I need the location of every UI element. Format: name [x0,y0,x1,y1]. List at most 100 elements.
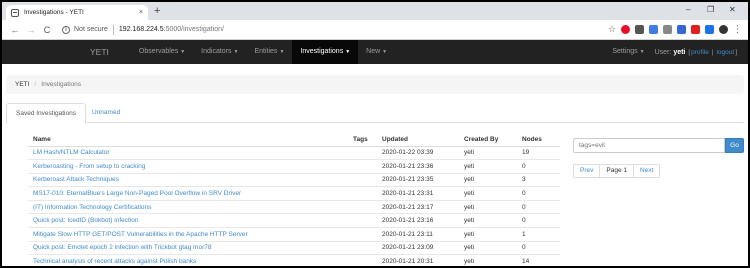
pagination: Prev Page 1 Next [573,164,661,178]
breadcrumb: YETI / Investigations [6,75,744,94]
navbar-right: Settings ▼ User: yeti [profile | logout] [612,40,748,64]
updated-cell: 2020-01-21 23:31 [377,186,459,201]
filter-search-input[interactable] [573,138,725,153]
table-row: (IT) Information Technology Certificatio… [28,199,560,214]
url-host[interactable]: 192.168.224.5 [119,26,164,33]
column-header-updated[interactable]: Updated [377,133,459,147]
column-header-tags[interactable]: Tags [348,133,377,147]
table-row: MS17-010: EternalBlue's Large Non-Paged … [28,186,560,201]
nodes-cell: 0 [517,159,560,174]
created-by-cell: yeti [459,172,517,187]
updated-cell: 2020-01-21 23:35 [377,172,459,187]
go-button[interactable]: Go [725,138,744,153]
user-label: User: yeti [profile | logout] [654,48,737,56]
extension-icon-3[interactable] [649,25,658,34]
investigation-name-link[interactable]: (IT) Information Technology Certificatio… [28,199,348,214]
tags-cell [348,240,377,255]
prev-page-button[interactable]: Prev [573,164,601,178]
security-status[interactable]: Not secure [74,26,108,33]
created-by-cell: yeti [459,199,517,214]
investigations-table: Name Tags Updated Created By Nodes LM Ha… [28,133,560,266]
investigation-name-link[interactable]: Technical analysis of recent attacks aga… [28,254,348,266]
nav-observables[interactable]: Observables ▼ [131,40,193,64]
nodes-cell: 19 [517,145,560,160]
browser-toolbar: ← → C i Not secure 192.168.224.5 :5000/i… [2,20,748,40]
column-header-created-by[interactable]: Created By [459,133,517,147]
nodes-cell: 3 [517,172,560,187]
column-header-name[interactable]: Name [28,133,348,147]
tags-cell [348,145,377,160]
table-row: Mitigate Slow HTTP GET/POST Vulnerabilit… [28,227,560,242]
investigation-name-link[interactable]: Kerberoasting - From setup to cracking [28,159,348,174]
table-body: LM Hash/NTLM Calculator 2020-01-22 03:39 y… [28,145,560,266]
breadcrumb-root[interactable]: YETI [15,81,29,88]
nav-indicators[interactable]: Indicators ▼ [193,40,246,64]
reload-icon[interactable]: C [40,23,54,37]
nodes-cell: 1 [517,227,560,242]
browser-menu-icon[interactable]: ⋮ [733,25,742,34]
updated-cell: 2020-01-21 23:17 [377,199,459,214]
investigation-name-link[interactable]: MS17-010: EternalBlue's Large Non-Paged … [28,186,348,201]
table-row: Quick post: Emotet epoch 2 infection wit… [28,240,560,255]
forward-icon[interactable]: → [24,23,38,37]
browser-window: Investigations - YETI × + – ❐ ✕ ← → C i … [2,2,748,266]
extension-icon-4[interactable] [663,25,672,34]
tab-unnamed[interactable]: Unnamed [83,103,129,124]
minimize-icon[interactable]: – [686,5,690,15]
updated-cell: 2020-01-21 23:36 [377,159,459,174]
created-by-cell: yeti [459,213,517,228]
current-page-button[interactable]: Page 1 [599,164,634,178]
nav-settings[interactable]: Settings ▼ [612,40,644,64]
extension-icon-7[interactable] [705,25,714,34]
nav-entities[interactable]: Entities ▼ [246,40,292,64]
tab-close-icon[interactable]: × [139,9,143,16]
app-brand[interactable]: YETI [2,47,131,57]
new-tab-icon[interactable]: + [154,5,160,17]
updated-cell: 2020-01-21 23:09 [377,240,459,255]
tags-cell [348,159,377,174]
bookmark-star-icon[interactable]: ☆ [608,25,616,34]
extension-icon-5[interactable] [677,25,686,34]
updated-cell: 2020-01-21 20:31 [377,254,459,266]
profile-avatar-icon[interactable] [719,25,728,34]
created-by-cell: yeti [459,240,517,255]
nav-investigations[interactable]: Investigations ▼ [292,40,359,64]
created-by-cell: yeti [459,145,517,160]
caret-down-icon: ▼ [279,49,285,55]
updated-cell: 2020-01-22 03:39 [377,145,459,160]
investigation-name-link[interactable]: Kerberoast Attack Techniques [28,172,348,187]
extension-toolbar: ☆ ⋮ [603,25,748,34]
back-icon[interactable]: ← [8,23,22,37]
created-by-cell: yeti [459,159,517,174]
investigation-name-link[interactable]: Mitigate Slow HTTP GET/POST Vulnerabilit… [28,227,348,242]
browser-tabstrip: Investigations - YETI × + – ❐ ✕ [2,2,748,20]
created-by-cell: yeti [459,186,517,201]
extension-icon-6[interactable] [691,25,700,34]
browser-tab[interactable]: Investigations - YETI × [6,5,148,20]
created-by-cell: yeti [459,254,517,266]
maximize-icon[interactable]: ❐ [707,5,714,15]
app-navbar: YETI Observables ▼ Indicators ▼ Entities ▼ … [2,40,748,64]
url-path[interactable]: :5000/investigation/ [164,26,224,33]
opera-extension-icon[interactable] [621,25,630,34]
table-row: Quick post: IcedID (Bokbot) infection 202… [28,213,560,228]
column-header-nodes[interactable]: Nodes [517,133,560,147]
updated-cell: 2020-01-21 23:16 [377,213,459,228]
investigation-name-link[interactable]: Quick post: Emotet epoch 2 infection wit… [28,240,348,255]
profile-link[interactable]: profile [691,49,709,56]
screenshot-frame: Investigations - YETI × + – ❐ ✕ ← → C i … [0,0,750,268]
tab-saved-investigations[interactable]: Saved Investigations [6,103,86,124]
investigation-tabs: Saved Investigations Unnamed [6,103,744,124]
next-page-button[interactable]: Next [632,164,661,178]
investigation-name-link[interactable]: LM Hash/NTLM Calculator [28,145,348,160]
breadcrumb-current: Investigations [41,81,82,88]
info-icon[interactable]: i [62,25,70,34]
tags-cell [348,172,377,187]
logout-link[interactable]: logout [716,49,734,56]
nav-new[interactable]: New ▼ [358,40,395,64]
extension-icon-2[interactable] [635,25,644,34]
investigation-name-link[interactable]: Quick post: IcedID (Bokbot) infection [28,213,348,228]
caret-down-icon: ▼ [639,49,645,55]
window-close-icon[interactable]: ✕ [729,5,736,15]
caret-down-icon: ▼ [233,49,239,55]
